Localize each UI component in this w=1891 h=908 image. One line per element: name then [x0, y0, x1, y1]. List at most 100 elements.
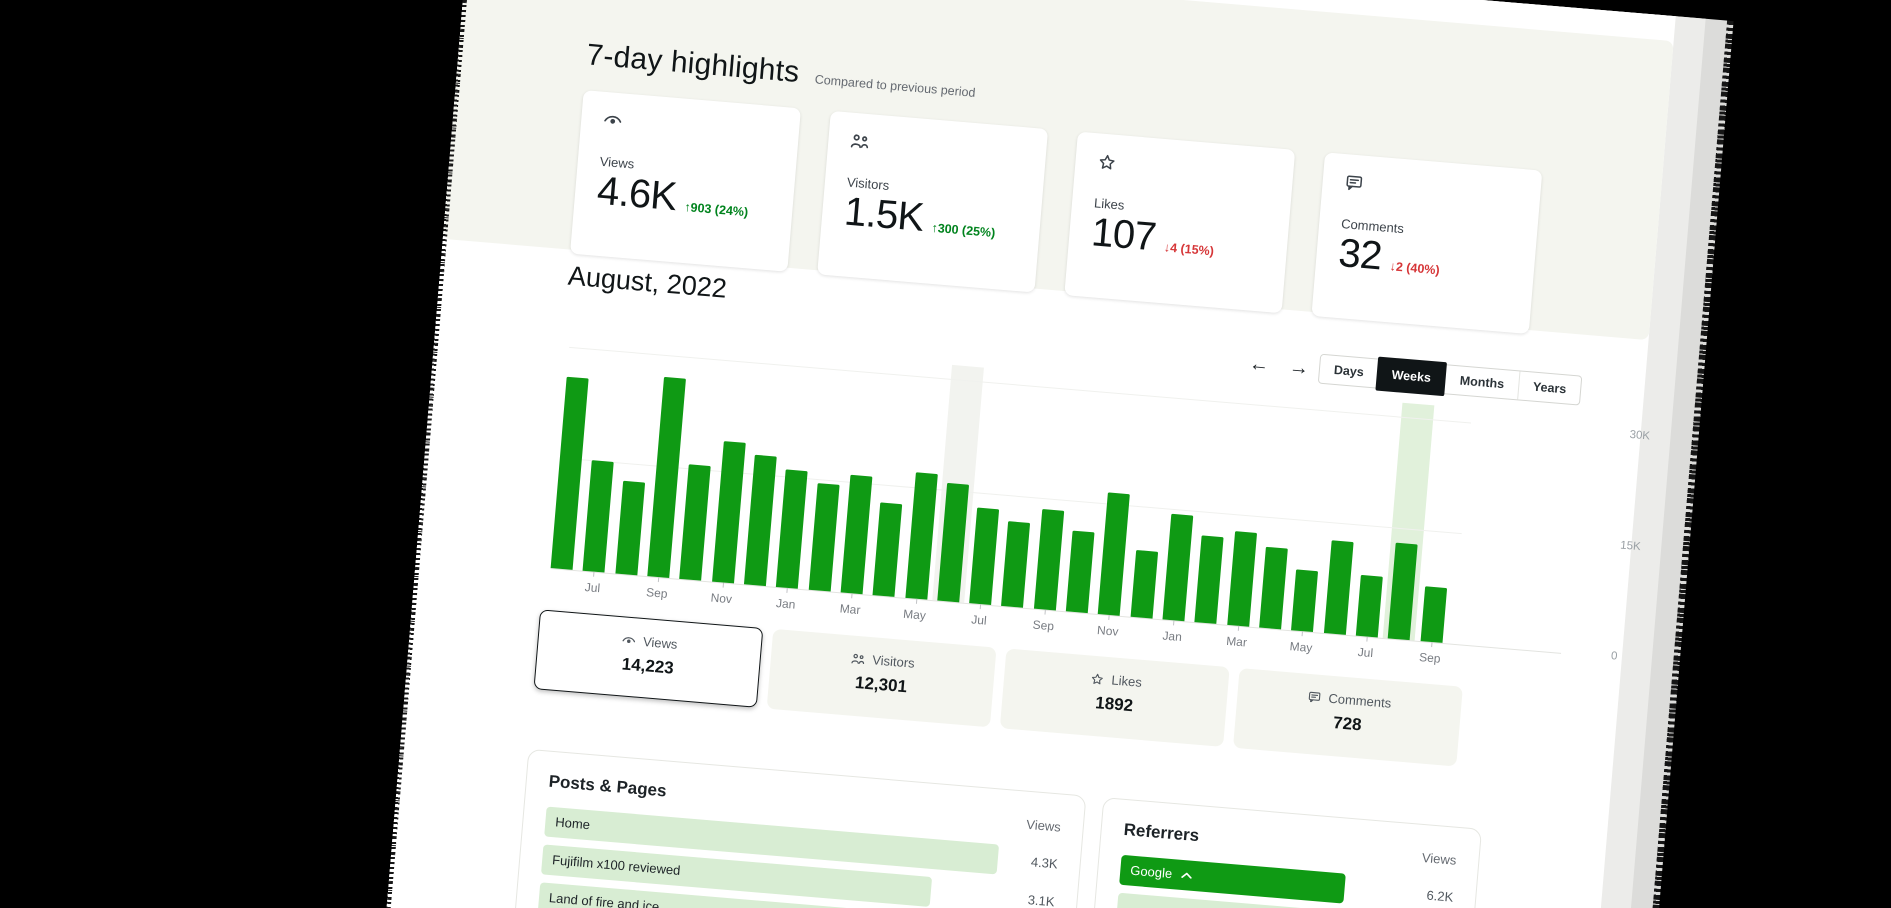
chart-bar[interactable] — [647, 377, 686, 578]
y-axis-label: 15K — [1620, 539, 1641, 553]
x-axis-label: May — [890, 606, 939, 624]
y-axis-label: 0 — [1610, 650, 1617, 662]
x-axis-tick — [1366, 637, 1367, 642]
chart-bar[interactable] — [1356, 575, 1383, 638]
x-axis-tick — [980, 604, 981, 609]
interval-tab-years[interactable]: Years — [1517, 371, 1581, 404]
x-axis-label: Mar — [826, 600, 875, 618]
referrers-card: Referrers Views Google6.2K — [1075, 797, 1482, 908]
x-axis-tick — [1044, 610, 1045, 615]
interval-tab-days[interactable]: Days — [1319, 355, 1379, 388]
comments-icon — [1344, 174, 1519, 208]
visitors-icon — [849, 133, 1024, 167]
chart-bar[interactable] — [1098, 492, 1130, 615]
interval-tab-months[interactable]: Months — [1444, 365, 1520, 399]
chart-bar[interactable] — [1066, 531, 1095, 614]
referrer-views-value: 6.2K — [1396, 878, 1454, 908]
y-axis-label: 30K — [1629, 429, 1650, 443]
x-axis-label: Sep — [1405, 649, 1454, 667]
stat-card-likes[interactable]: Likes107↓4 (15%) — [1064, 132, 1295, 314]
chart-bar[interactable] — [1227, 531, 1257, 627]
stat-card-delta: ↑300 (25%) — [931, 221, 996, 240]
chart-bar[interactable] — [615, 481, 645, 576]
chart-bar[interactable] — [744, 455, 777, 586]
metric-tab-comments[interactable]: Comments728 — [1233, 668, 1463, 766]
chart-bar[interactable] — [1259, 547, 1288, 630]
stat-card-value: 32 — [1337, 231, 1384, 279]
chart-bar[interactable] — [551, 377, 589, 570]
x-axis-tick — [593, 572, 594, 577]
posts-views-column-header: Views — [1026, 817, 1062, 835]
x-axis-tick — [1302, 631, 1303, 636]
visitors-icon — [851, 652, 866, 665]
stat-card-value: 1.5K — [843, 189, 926, 240]
stat-card-views[interactable]: Views4.6K↑903 (24%) — [570, 90, 801, 272]
chart-bar[interactable] — [1163, 514, 1194, 621]
x-axis-label: Jul — [568, 579, 617, 597]
views-icon — [602, 112, 777, 146]
x-axis-tick — [915, 599, 916, 604]
x-axis-label: Jul — [1341, 644, 1390, 662]
x-axis-label: Mar — [1212, 633, 1261, 651]
chart-bar[interactable] — [969, 508, 999, 606]
referrers-views-column-header: Views — [1421, 850, 1457, 868]
chart-bar[interactable] — [712, 441, 746, 583]
x-axis-tick — [851, 593, 852, 598]
x-axis-label: Nov — [1083, 622, 1132, 640]
x-axis-label: Sep — [632, 584, 681, 602]
x-axis-label: Jan — [761, 595, 810, 613]
views-icon — [622, 634, 637, 647]
chart-bar[interactable] — [873, 502, 903, 597]
metric-tab-label: Comments — [1328, 691, 1392, 711]
chart-bar[interactable] — [808, 483, 839, 591]
likes-icon — [1097, 153, 1272, 187]
stat-card-comments[interactable]: Comments32↓2 (40%) — [1311, 152, 1542, 334]
chart-bar[interactable] — [1195, 535, 1224, 624]
chart-bar[interactable] — [1324, 540, 1354, 635]
prev-period-arrow-icon[interactable]: ← — [1248, 352, 1270, 378]
stat-card-delta: ↑903 (24%) — [684, 200, 749, 219]
comments-icon — [1307, 690, 1322, 703]
chart-bar[interactable] — [1002, 521, 1031, 608]
x-axis-tick — [787, 588, 788, 593]
chevron-up-icon[interactable] — [1181, 872, 1193, 879]
chart-bar[interactable] — [1420, 586, 1447, 643]
chart-bar[interactable] — [1034, 509, 1064, 610]
metric-tab-label: Visitors — [872, 652, 915, 670]
stat-card-value: 4.6K — [595, 169, 678, 220]
chart-bar[interactable] — [840, 475, 872, 594]
chart-bar[interactable] — [776, 469, 808, 588]
stat-card-value: 107 — [1090, 210, 1158, 260]
x-axis-tick — [722, 582, 723, 587]
stat-card-visitors[interactable]: Visitors1.5K↑300 (25%) — [817, 111, 1048, 293]
chart-bar[interactable] — [1291, 569, 1318, 632]
stats-page: 7-day highlights Compared to previous pe… — [358, 0, 1676, 908]
metric-tab-views[interactable]: Views14,223 — [533, 609, 763, 707]
x-axis-label: Sep — [1019, 616, 1068, 634]
post-page-views-value: 4.3K — [1001, 845, 1059, 880]
post-page-views-value: 3.1K — [997, 883, 1055, 908]
period-title: August, 2022 — [567, 261, 728, 305]
metric-tab-likes[interactable]: Likes1892 — [1000, 648, 1230, 746]
interval-toggle-group: DaysWeeksMonthsYears — [1318, 354, 1583, 406]
metric-tab-visitors[interactable]: Visitors12,301 — [767, 629, 997, 727]
chart-bar[interactable] — [905, 472, 937, 599]
interval-tab-weeks[interactable]: Weeks — [1375, 357, 1447, 397]
chart-bar[interactable] — [679, 464, 711, 580]
metric-tab-label: Likes — [1111, 672, 1143, 689]
x-axis-label: Jul — [954, 611, 1003, 629]
referrer-label: Google — [1129, 856, 1173, 889]
highlights-subtitle: Compared to previous period — [814, 72, 976, 99]
stat-card-delta: ↓2 (40%) — [1389, 259, 1440, 277]
next-period-arrow-icon[interactable]: → — [1288, 355, 1310, 381]
post-page-label: Land of fire and ice — [548, 890, 659, 908]
x-axis-tick — [658, 577, 659, 582]
stat-card-delta: ↓4 (15%) — [1163, 240, 1214, 258]
x-axis-label: Jan — [1148, 627, 1197, 645]
x-axis-tick — [1109, 615, 1110, 620]
chart-bar[interactable] — [583, 460, 614, 572]
post-page-label: Home — [555, 814, 591, 832]
post-page-label: Fujifilm x100 reviewed — [552, 852, 681, 878]
posts-pages-title: Posts & Pages — [548, 772, 667, 802]
chart-bar[interactable] — [1130, 550, 1158, 619]
